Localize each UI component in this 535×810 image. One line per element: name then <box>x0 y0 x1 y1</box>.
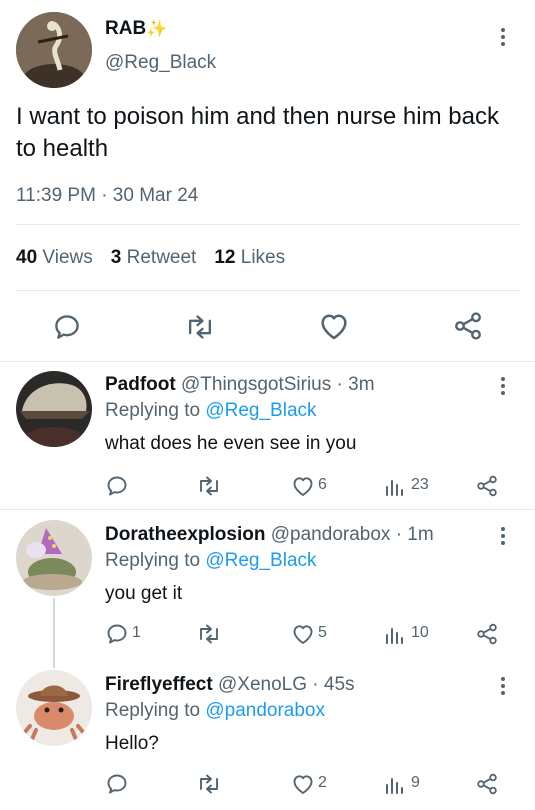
reply-count: 1 <box>132 624 141 641</box>
divider <box>16 224 520 225</box>
views-icon[interactable] <box>384 475 406 497</box>
share-icon[interactable] <box>475 622 499 646</box>
avatar[interactable] <box>16 520 92 596</box>
tweet-text: I want to poison him and then nurse him … <box>16 103 499 162</box>
likes-stat[interactable]: 12 Likes <box>214 247 285 268</box>
tweet-text: what does he even see in you <box>105 433 357 454</box>
like-icon[interactable] <box>291 475 315 497</box>
more-options-icon[interactable] <box>500 677 506 698</box>
avatar-image <box>16 12 92 88</box>
timestamp[interactable]: · 1m <box>396 524 434 545</box>
views-stat[interactable]: 40 Views <box>16 247 93 268</box>
divider <box>0 361 535 362</box>
reply-icon[interactable] <box>105 772 129 796</box>
avatar-image <box>16 520 92 596</box>
display-name[interactable]: Doratheexplosion <box>105 524 265 545</box>
view-count: 9 <box>411 774 420 791</box>
more-options-icon[interactable] <box>500 377 506 398</box>
sparkles-icon: ✨ <box>146 19 168 38</box>
share-icon[interactable] <box>452 310 484 342</box>
thread-line <box>53 598 55 668</box>
tweet-text: Hello? <box>105 733 159 754</box>
retweet-icon[interactable] <box>196 622 222 646</box>
retweets-count: 3 <box>110 247 122 268</box>
like-icon[interactable] <box>291 623 315 645</box>
share-icon[interactable] <box>475 772 499 796</box>
views-icon[interactable] <box>384 623 406 645</box>
replying-to-link[interactable]: @Reg_Black <box>205 400 316 421</box>
avatar-image <box>16 670 92 746</box>
like-count: 2 <box>318 774 327 791</box>
like-icon[interactable] <box>291 773 315 795</box>
views-label: Views <box>42 247 93 268</box>
tweet-text: you get it <box>105 583 183 604</box>
retweet-icon[interactable] <box>184 312 216 342</box>
replying-to-link[interactable]: @pandorabox <box>205 700 325 721</box>
timestamp[interactable]: · 45s <box>312 674 354 695</box>
replying-to-label: Replying to <box>105 700 201 721</box>
like-icon[interactable] <box>318 311 350 341</box>
retweets-label: Retweet <box>126 247 197 268</box>
tweet-stats: 40 Views 3 Retweet 12 Likes <box>16 247 285 269</box>
retweet-icon[interactable] <box>196 772 222 796</box>
reply-icon[interactable] <box>52 312 82 342</box>
timestamp[interactable]: · 3m <box>337 374 375 395</box>
replying-to-link[interactable]: @Reg_Black <box>205 550 316 571</box>
timestamp[interactable]: 11:39 PM · 30 Mar 24 <box>16 185 198 207</box>
replying-to-label: Replying to <box>105 400 201 421</box>
handle[interactable]: @XenoLG <box>218 674 307 695</box>
handle[interactable]: @ThingsgotSirius <box>181 374 331 395</box>
likes-label: Likes <box>240 247 286 268</box>
view-count: 23 <box>411 476 429 493</box>
reply-icon[interactable] <box>105 474 129 498</box>
views-count: 40 <box>16 247 38 268</box>
reply-icon[interactable] <box>105 622 129 646</box>
handle[interactable]: @pandorabox <box>271 524 391 545</box>
retweets-stat[interactable]: 3 Retweet <box>111 247 197 268</box>
replying-to-label: Replying to <box>105 550 201 571</box>
handle[interactable]: @Reg_Black <box>105 52 216 74</box>
divider <box>16 290 520 291</box>
avatar[interactable] <box>16 670 92 746</box>
share-icon[interactable] <box>475 474 499 498</box>
display-name[interactable]: Padfoot <box>105 374 176 395</box>
avatar[interactable] <box>16 12 92 88</box>
divider <box>0 509 535 510</box>
avatar-image <box>16 371 92 447</box>
like-count: 5 <box>318 624 327 641</box>
likes-count: 12 <box>214 247 236 268</box>
more-options-icon[interactable] <box>500 527 506 548</box>
avatar[interactable] <box>16 371 92 447</box>
display-name[interactable]: Fireflyeffect <box>105 674 213 695</box>
like-count: 6 <box>318 476 327 493</box>
more-options-icon[interactable] <box>500 28 506 49</box>
retweet-icon[interactable] <box>196 474 222 498</box>
display-name[interactable]: RAB <box>105 18 146 39</box>
views-icon[interactable] <box>384 773 406 795</box>
view-count: 10 <box>411 624 429 641</box>
